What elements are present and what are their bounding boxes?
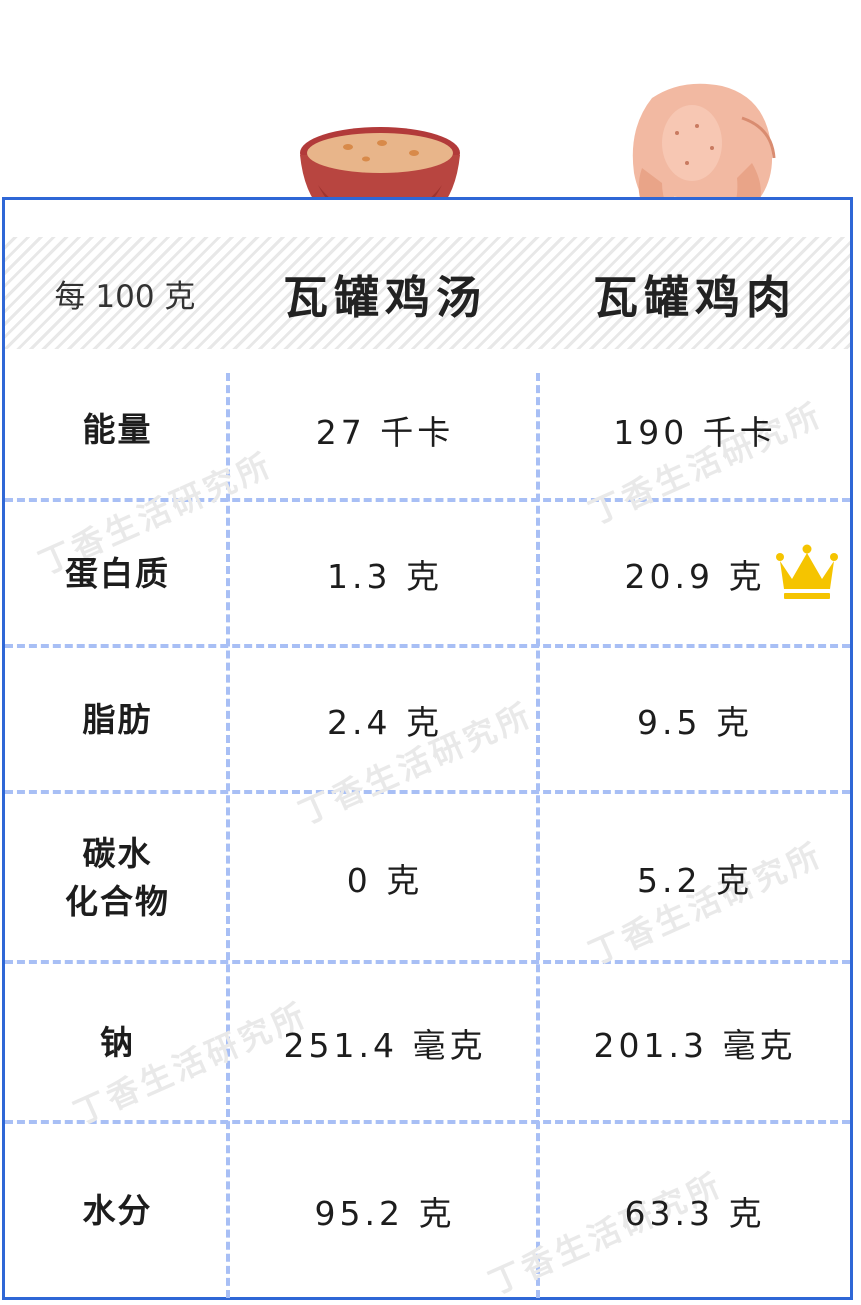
soup-value: 0 克 bbox=[346, 861, 424, 900]
row-label: 水分 bbox=[82, 1191, 153, 1230]
row-label: 碳水 化合物 bbox=[65, 834, 170, 921]
column-header-meat: 瓦罐鸡肉 bbox=[592, 270, 797, 324]
table-row-carbohydrate: 碳水 化合物 0 克 5.2 克 bbox=[5, 794, 850, 962]
meat-value: 5.2 克 bbox=[637, 861, 753, 900]
crown-icon bbox=[776, 544, 838, 599]
soup-value: 95.2 克 bbox=[314, 1194, 456, 1233]
per-100g-label: 每 100 克 bbox=[54, 278, 196, 315]
table-row-water: 水分 95.2 克 63.3 克 bbox=[5, 1124, 850, 1298]
row-label: 能量 bbox=[82, 410, 153, 449]
soup-value: 2.4 克 bbox=[327, 703, 443, 742]
meat-value: 201.3 毫克 bbox=[593, 1026, 797, 1065]
table-row-energy: 能量 27 千卡 190 千卡 bbox=[5, 360, 850, 500]
meat-value: 9.5 克 bbox=[637, 703, 753, 742]
table-row-protein: 蛋白质 1.3 克 20.9 克 bbox=[5, 502, 850, 646]
row-label: 钠 bbox=[100, 1023, 135, 1062]
row-label: 脂肪 bbox=[82, 700, 153, 739]
column-header-soup: 瓦罐鸡汤 bbox=[282, 270, 487, 324]
meat-value: 63.3 克 bbox=[624, 1194, 766, 1233]
table-row-fat: 脂肪 2.4 克 9.5 克 bbox=[5, 648, 850, 792]
row-label: 蛋白质 bbox=[65, 554, 170, 593]
soup-value: 1.3 克 bbox=[327, 557, 443, 596]
soup-value: 27 千卡 bbox=[315, 413, 455, 452]
table-row-sodium: 钠 251.4 毫克 201.3 毫克 bbox=[5, 964, 850, 1122]
meat-value: 190 千卡 bbox=[613, 413, 777, 452]
soup-value: 251.4 毫克 bbox=[283, 1026, 487, 1065]
